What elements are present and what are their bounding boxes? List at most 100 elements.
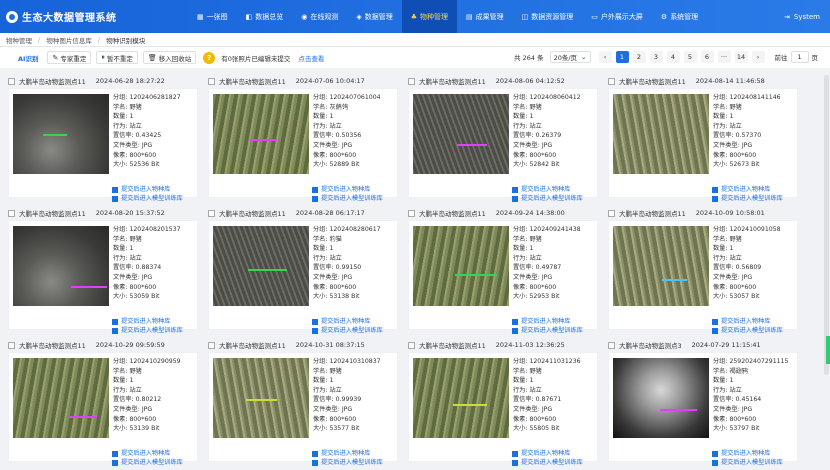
card-checkbox[interactable] <box>208 341 215 349</box>
card-checkbox[interactable] <box>8 77 15 85</box>
training-db-checkbox[interactable]: 提交后进入模型训练库 <box>312 326 383 335</box>
breadcrumb-item[interactable]: 物种管理 <box>6 35 32 45</box>
field-label: 大小: <box>113 293 128 301</box>
checkbox-checked-icon <box>112 327 118 334</box>
prev-page-button[interactable]: ‹ <box>598 51 612 63</box>
page-number[interactable]: 2 <box>632 51 646 63</box>
camera-trap-photo[interactable] <box>613 94 709 174</box>
camera-trap-photo[interactable] <box>213 358 309 438</box>
species-db-checkbox[interactable]: 提交后进入物种库 <box>712 317 783 326</box>
training-db-checkbox[interactable]: 提交后进入模型训练库 <box>312 458 383 467</box>
system-label: System <box>793 12 820 21</box>
photo-info: 分组: 1202408280617 学名: 豹猫 数量: 1 行为: 站立 置信… <box>309 221 381 329</box>
move-to-trash-button[interactable]: 🗑 移入回收站 <box>142 51 197 64</box>
training-db-checkbox[interactable]: 提交后进入模型训练库 <box>712 458 783 467</box>
camera-trap-photo[interactable] <box>413 94 509 174</box>
field-label: 大小: <box>313 293 328 301</box>
nav-item[interactable]: ▭ 户外展示大屏 <box>582 0 652 33</box>
page-number[interactable]: 3 <box>649 51 663 63</box>
system-button[interactable]: ⇥ System <box>784 0 820 33</box>
training-db-checkbox[interactable]: 提交后进入模型训练库 <box>112 458 183 467</box>
camera-trap-photo[interactable] <box>613 358 709 438</box>
side-tab[interactable] <box>826 336 830 364</box>
camera-trap-photo[interactable] <box>213 226 309 306</box>
nav-item-label: 数据资源管理 <box>531 12 574 21</box>
training-db-checkbox[interactable]: 提交后进入模型训练库 <box>712 194 783 203</box>
capture-time: 2024-10-29 09:59:59 <box>95 341 165 349</box>
card-checkbox[interactable] <box>608 209 615 217</box>
card-checkbox[interactable] <box>208 77 215 85</box>
field-label: 数量: <box>313 245 328 253</box>
camera-trap-photo[interactable] <box>13 358 109 438</box>
species-db-checkbox[interactable]: 提交后进入物种库 <box>712 449 783 458</box>
camera-trap-photo[interactable] <box>413 226 509 306</box>
nav-item[interactable]: ▤ 成果管理 <box>457 0 513 33</box>
nav-item[interactable]: ◉ 在线观测 <box>292 0 347 33</box>
format-value: JPG <box>141 405 153 413</box>
species-db-checkbox[interactable]: 提交后进入物种库 <box>112 317 183 326</box>
page-number[interactable]: 5 <box>683 51 697 63</box>
ai-recognize-button[interactable]: AI识别 <box>14 51 43 64</box>
card-checkbox[interactable] <box>208 209 215 217</box>
page-number[interactable]: 1 <box>615 51 629 63</box>
nav-item[interactable]: ◫ 数据资源管理 <box>513 0 583 33</box>
expert-redefine-button[interactable]: ✎ 专家重定 <box>47 51 92 64</box>
page-number[interactable]: 6 <box>700 51 714 63</box>
species-db-checkbox[interactable]: 提交后进入物种库 <box>312 317 383 326</box>
field-label: 学名: <box>313 235 328 243</box>
scrollbar[interactable] <box>824 75 829 375</box>
field-label: 分组: <box>313 358 328 365</box>
goto-page-input[interactable]: 1 <box>790 51 809 63</box>
training-db-checkbox[interactable]: 提交后进入模型训练库 <box>312 194 383 203</box>
page-number[interactable]: ··· <box>717 51 731 63</box>
nav-item[interactable]: ◧ 数据总览 <box>237 0 293 33</box>
breadcrumb-item[interactable]: 物种图片信息库 <box>46 35 92 45</box>
species-db-checkbox[interactable]: 提交后进入物种库 <box>512 185 583 194</box>
edit-icon: ✎ <box>52 53 59 62</box>
training-db-checkbox[interactable]: 提交后进入模型训练库 <box>712 326 783 335</box>
species-db-checkbox[interactable]: 提交后进入物种库 <box>512 449 583 458</box>
card-checkbox[interactable] <box>408 209 415 217</box>
photo-card: 大鹏半岛动物监测点11 2024-06-28 18:27:22 分组: 1202… <box>8 74 198 206</box>
view-link[interactable]: 点击查看 <box>298 53 324 63</box>
card-checkbox[interactable] <box>408 341 415 349</box>
nav-item[interactable]: ♣ 物种管理 <box>401 0 458 33</box>
page-number[interactable]: 14 <box>734 51 748 63</box>
card-checkbox[interactable] <box>8 341 15 349</box>
card-checkbox[interactable] <box>608 77 615 85</box>
nav-item[interactable]: ▦ 一张图 <box>188 0 237 33</box>
camera-trap-photo[interactable] <box>13 226 109 306</box>
training-db-checkbox[interactable]: 提交后进入模型训练库 <box>512 194 583 203</box>
species-db-checkbox[interactable]: 提交后进入物种库 <box>112 185 183 194</box>
card-checkbox[interactable] <box>608 341 615 349</box>
card-body: 分组: 1202410310837 学名: 野猪 数量: 1 行为: 站立 置信… <box>208 352 398 466</box>
species-db-checkbox[interactable]: 提交后进入物种库 <box>112 449 183 458</box>
species-db-label: 提交后进入物种库 <box>321 450 371 457</box>
species-db-checkbox[interactable]: 提交后进入物种库 <box>712 185 783 194</box>
nav-item[interactable]: ⚙ 系统管理 <box>652 0 707 33</box>
pixels-value: 800*600 <box>129 415 157 423</box>
training-db-checkbox[interactable]: 提交后进入模型训练库 <box>512 326 583 335</box>
camera-trap-photo[interactable] <box>613 226 709 306</box>
species-db-label: 提交后进入物种库 <box>121 450 171 457</box>
help-icon[interactable]: ? <box>203 51 216 64</box>
camera-trap-photo[interactable] <box>213 94 309 174</box>
next-page-button[interactable]: › <box>751 51 765 63</box>
photo-info: 分组: 1202408201537 学名: 野猪 数量: 1 行为: 站立 置信… <box>109 221 181 329</box>
training-db-checkbox[interactable]: 提交后进入模型训练库 <box>112 194 183 203</box>
skip-redefine-button[interactable]: ⏸ 暂不重定 <box>96 51 138 64</box>
field-label: 行为: <box>713 386 728 394</box>
camera-trap-photo[interactable] <box>413 358 509 438</box>
training-db-checkbox[interactable]: 提交后进入模型训练库 <box>112 326 183 335</box>
species-db-checkbox[interactable]: 提交后进入物种库 <box>312 449 383 458</box>
card-checkbox[interactable] <box>8 209 15 217</box>
camera-trap-photo[interactable] <box>13 94 109 174</box>
training-db-checkbox[interactable]: 提交后进入模型训练库 <box>512 458 583 467</box>
nav-item[interactable]: ◈ 数据管理 <box>347 0 401 33</box>
page-size-select[interactable]: 20条/页 ⌄ <box>549 51 591 63</box>
species-db-checkbox[interactable]: 提交后进入物种库 <box>512 317 583 326</box>
group-value: 1202406281827 <box>129 94 181 101</box>
card-checkbox[interactable] <box>408 77 415 85</box>
species-db-checkbox[interactable]: 提交后进入物种库 <box>312 185 383 194</box>
page-number[interactable]: 4 <box>666 51 680 63</box>
